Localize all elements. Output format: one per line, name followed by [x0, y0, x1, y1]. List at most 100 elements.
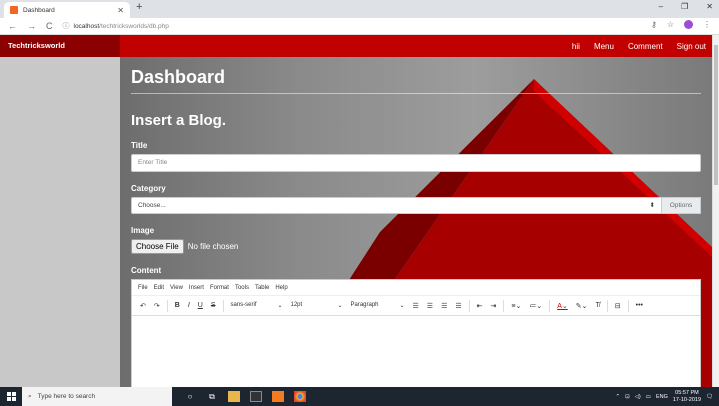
chevron-down-icon: ⌄ [337, 303, 343, 309]
key-icon[interactable]: ⚷ [651, 20, 657, 29]
profile-avatar[interactable] [684, 20, 693, 29]
block-format-select[interactable]: Paragraph ⌄ [347, 302, 409, 309]
editor-menubar: File Edit View Insert Format Tools Table… [132, 280, 700, 296]
browser-tab-bar: Dashboard ✕ + – ❐ ✕ [0, 0, 719, 18]
nav-comment[interactable]: Comment [628, 42, 663, 51]
bullet-list-icon[interactable]: ≔⌄ [525, 302, 546, 310]
outdent-icon[interactable]: ⇤ [473, 302, 487, 310]
align-center-icon[interactable]: ☰ [423, 302, 437, 310]
sidebar [0, 35, 120, 387]
category-label: Category [131, 184, 166, 193]
brand-logo[interactable]: Techtricksworld [0, 35, 120, 57]
tab-title: Dashboard [23, 6, 55, 14]
chevron-down-icon: ⌄ [399, 303, 405, 309]
section-title: Insert a Blog. [131, 112, 227, 129]
title-label: Title [131, 141, 148, 150]
nav-sign-out[interactable]: Sign out [677, 42, 706, 51]
battery-icon[interactable]: ▭ [646, 394, 651, 400]
nav-user[interactable]: hii [572, 42, 580, 51]
select-arrows-icon: ⬍ [649, 202, 655, 209]
browser-address-bar: ← → C ⓘ localhost/techtricksworlds/db.ph… [0, 18, 719, 35]
notifications-icon[interactable]: 🗨 [706, 394, 713, 400]
language-indicator[interactable]: ENG [656, 394, 668, 400]
content-label: Content [131, 266, 162, 275]
bold-icon[interactable]: B [171, 302, 184, 309]
form-container: Dashboard Insert a Blog. Title Enter Tit… [131, 57, 701, 387]
windows-start-button[interactable] [0, 387, 22, 406]
page-break-icon[interactable]: ⊟ [611, 302, 625, 310]
page-scrollbar[interactable] [712, 35, 719, 387]
menu-tools[interactable]: Tools [235, 285, 249, 291]
underline-icon[interactable]: U [194, 302, 207, 309]
rich-text-editor: File Edit View Insert Format Tools Table… [131, 279, 701, 387]
menu-insert[interactable]: Insert [189, 285, 204, 291]
menu-view[interactable]: View [170, 285, 183, 291]
font-size-select[interactable]: 12pt ⌄ [287, 302, 347, 309]
undo-icon[interactable]: ↶ [136, 302, 150, 310]
file-status: No file chosen [187, 242, 239, 251]
browser-tab[interactable]: Dashboard ✕ [4, 2, 130, 18]
page-title: Dashboard [131, 67, 701, 94]
network-icon[interactable]: ⊡ [625, 394, 630, 400]
align-right-icon[interactable]: ☰ [437, 302, 451, 310]
more-menu-icon[interactable]: ⋮ [703, 20, 711, 29]
chrome-icon[interactable] [294, 391, 306, 402]
window-controls: – ❐ ✕ [659, 2, 713, 11]
clock-date: 17-10-2019 [672, 396, 702, 403]
clear-formatting-icon[interactable]: T̸ [591, 302, 603, 309]
top-navigation: hii Menu Comment Sign out [120, 35, 712, 57]
cortana-icon[interactable]: ○ [184, 391, 196, 402]
font-family-select[interactable]: sans-serif ⌄ [227, 302, 287, 309]
more-tools-icon[interactable]: ••• [632, 302, 647, 309]
italic-icon[interactable]: I [184, 302, 194, 309]
indent-icon[interactable]: ⇥ [487, 302, 501, 310]
tray-chevron-icon[interactable]: ⌃ [615, 394, 620, 400]
title-input[interactable]: Enter Title [131, 154, 701, 172]
back-icon[interactable]: ← [8, 21, 17, 31]
main-content: hii Menu Comment Sign out Dashboard Inse… [120, 35, 712, 387]
restore-button[interactable]: ❐ [681, 2, 688, 11]
terminal-icon[interactable] [250, 391, 262, 402]
category-row: Choose... ⬍ Options [131, 197, 701, 214]
highlight-icon[interactable]: ✎⌄ [572, 302, 592, 310]
clock[interactable]: 05:57 PM 17-10-2019 [673, 390, 701, 404]
volume-icon[interactable]: ◁) [635, 394, 641, 400]
file-input: Choose File No file chosen [131, 239, 701, 254]
new-tab-button[interactable]: + [136, 1, 142, 13]
image-label: Image [131, 226, 155, 235]
scrollbar-thumb[interactable] [714, 45, 718, 185]
clock-time: 05:57 PM [675, 389, 699, 396]
align-left-icon[interactable]: ☰ [409, 302, 423, 310]
menu-table[interactable]: Table [255, 285, 269, 291]
menu-edit[interactable]: Edit [154, 285, 164, 291]
close-tab-icon[interactable]: ✕ [117, 6, 124, 15]
reload-icon[interactable]: C [46, 21, 53, 31]
windows-logo-icon [6, 392, 16, 401]
taskbar-search-placeholder: Type here to search [37, 393, 96, 400]
menu-help[interactable]: Help [275, 285, 287, 291]
text-color-icon[interactable]: A⌄ [553, 302, 572, 310]
category-select[interactable]: Choose... ⬍ [131, 197, 662, 214]
numbered-list-icon[interactable]: ≡⌄ [507, 302, 525, 310]
taskbar-search[interactable]: ⌕ Type here to search [22, 387, 172, 406]
menu-file[interactable]: File [138, 285, 148, 291]
align-justify-icon[interactable]: ☰ [451, 302, 465, 310]
favicon-icon [10, 6, 18, 14]
redo-icon[interactable]: ↷ [150, 302, 164, 310]
close-window-button[interactable]: ✕ [706, 2, 713, 11]
task-view-icon[interactable]: ⧉ [206, 391, 218, 402]
windows-taskbar: ⌕ Type here to search ○ ⧉ ⌃ ⊡ ◁) ▭ ENG 0… [0, 387, 719, 406]
nav-menu[interactable]: Menu [594, 42, 614, 51]
forward-icon[interactable]: → [27, 21, 36, 31]
file-explorer-icon[interactable] [228, 391, 240, 402]
minimize-button[interactable]: – [659, 2, 663, 11]
menu-format[interactable]: Format [210, 285, 229, 291]
info-icon[interactable]: ⓘ [63, 21, 70, 31]
strikethrough-icon[interactable]: S [207, 302, 220, 309]
url-field[interactable]: ⓘ localhost/techtricksworlds/db.php [63, 21, 169, 31]
bookmark-star-icon[interactable]: ☆ [667, 20, 674, 29]
choose-file-button[interactable]: Choose File [131, 239, 184, 254]
editor-toolbar: ↶ ↷ B I U S sans-serif ⌄ 12pt ⌄ Paragraph ⌄… [132, 296, 700, 316]
system-tray: ⌃ ⊡ ◁) ▭ ENG 05:57 PM 17-10-2019 🗨 [615, 387, 713, 406]
xampp-icon[interactable] [272, 391, 284, 402]
